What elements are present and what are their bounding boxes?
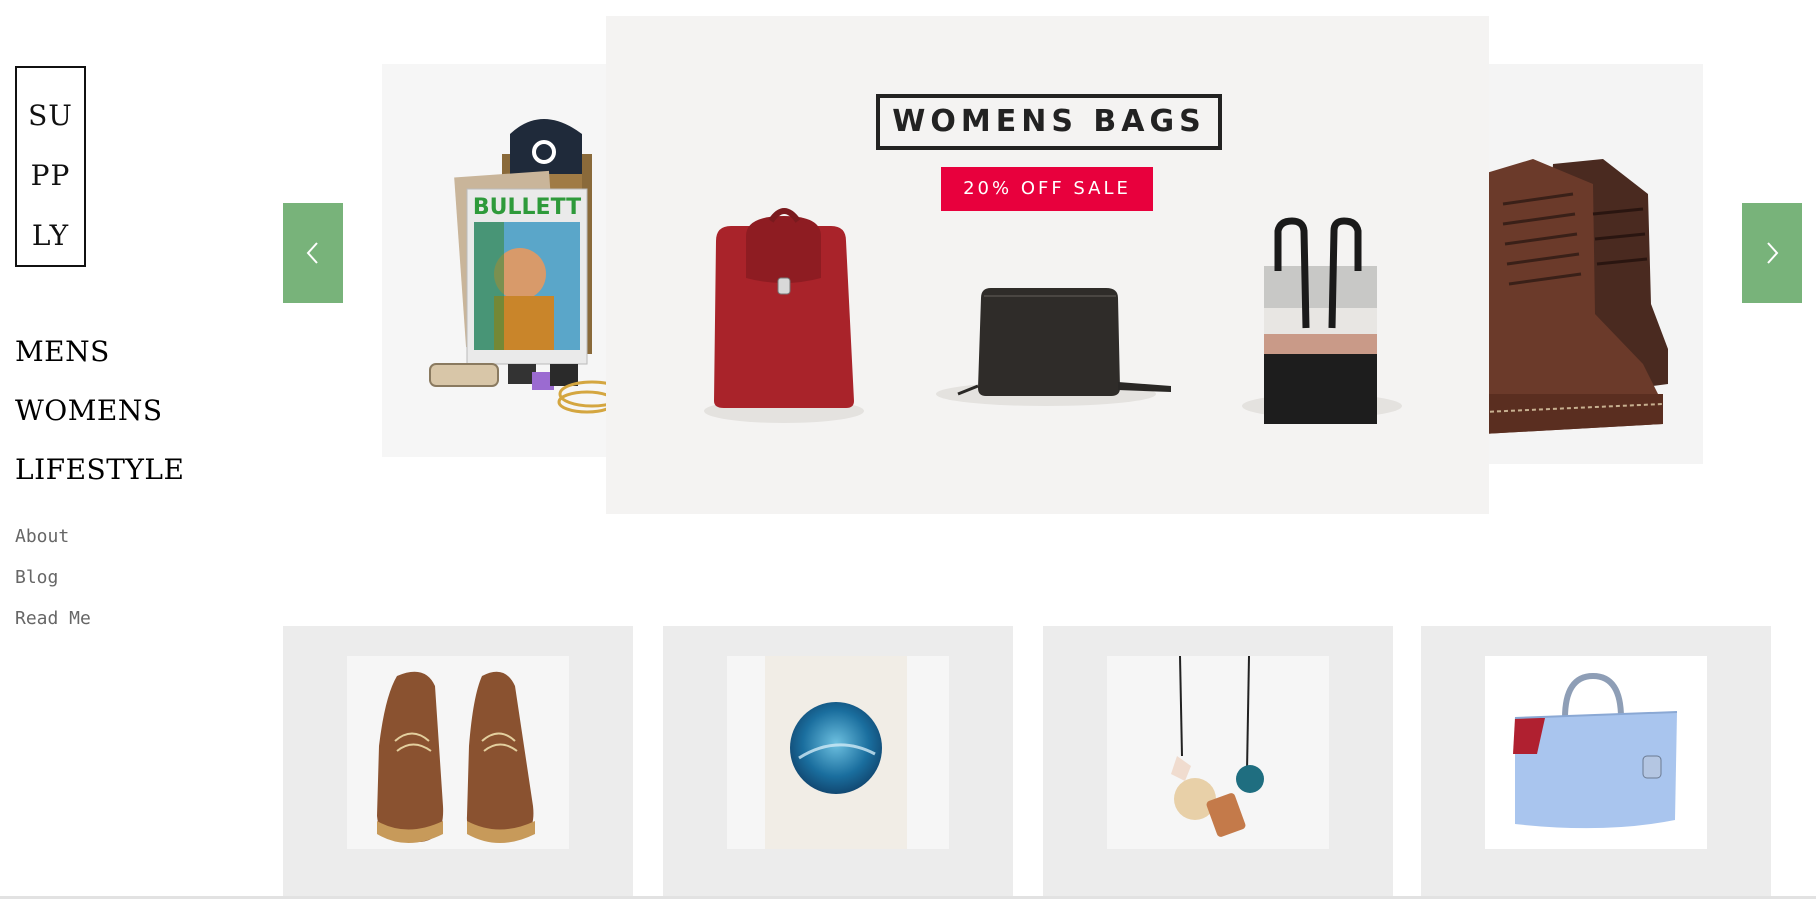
nav-link-lifestyle[interactable]: LIFESTYLE <box>15 440 184 499</box>
product-card[interactable] <box>1421 626 1771 899</box>
nav-link-about[interactable]: About <box>15 522 91 563</box>
product-thumbnail[interactable] <box>347 656 569 849</box>
chevron-left-icon <box>306 242 318 264</box>
nav-link-womens[interactable]: WOMENS <box>15 381 184 440</box>
carousel-slide-next[interactable] <box>1483 64 1703 464</box>
nav-link-mens[interactable]: MENS <box>15 322 184 381</box>
product-thumbnail[interactable] <box>727 656 949 849</box>
product-thumbnail[interactable] <box>1107 655 1329 849</box>
carousel-next-button[interactable] <box>1742 203 1802 303</box>
chevron-right-icon <box>1767 242 1779 264</box>
lifestyle-collage-image: BULLETT <box>382 64 622 457</box>
product-card[interactable] <box>1043 626 1393 899</box>
ocean-circle-print-product-image <box>727 656 949 849</box>
product-card[interactable] <box>663 626 1013 899</box>
logo-line-3: LY <box>31 219 70 252</box>
womens-bags-image <box>704 208 1402 424</box>
blue-handbag-product-image <box>1485 656 1707 849</box>
brown-boots-product-image <box>347 656 569 849</box>
logo-line-1: SU <box>28 99 73 132</box>
carousel-slide-previous[interactable]: BULLETT <box>382 64 622 457</box>
nav-link-read-me[interactable]: Read Me <box>15 604 91 645</box>
hero-carousel: BULLETT WOMENS BAGS 20% OFF SALE <box>283 16 1803 516</box>
magazine-title: BULLETT <box>473 195 581 220</box>
carousel-slide-active[interactable]: WOMENS BAGS 20% OFF SALE <box>606 16 1489 514</box>
site-logo[interactable]: SU PP LY <box>15 66 86 267</box>
logo-line-2: PP <box>30 159 71 192</box>
main-navigation: MENS WOMENS LIFESTYLE <box>15 322 184 499</box>
leather-boots-image <box>1483 64 1703 464</box>
carousel-previous-button[interactable] <box>283 203 343 303</box>
product-card[interactable] <box>283 626 633 899</box>
secondary-navigation: About Blog Read Me <box>15 522 91 645</box>
nav-link-blog[interactable]: Blog <box>15 563 91 604</box>
wooden-bead-necklace-product-image <box>1107 655 1329 849</box>
product-thumbnail[interactable] <box>1485 656 1707 849</box>
